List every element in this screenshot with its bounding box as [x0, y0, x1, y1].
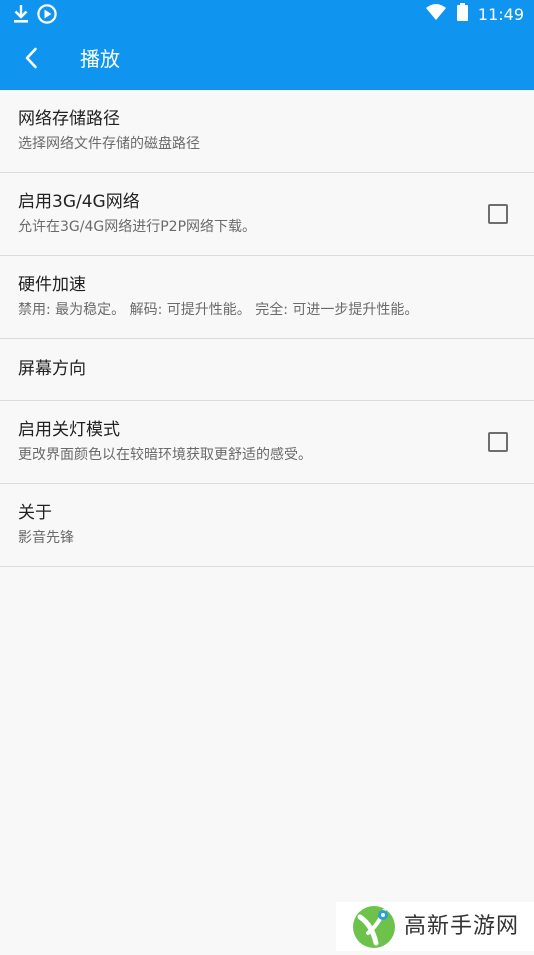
status-time: 11:49 [477, 5, 524, 24]
setting-title: 启用关灯模式 [18, 420, 120, 440]
watermark-text: 高新手游网 [404, 913, 520, 939]
setting-summary: 更改界面颜色以在较暗环境获取更舒适的感受。 [18, 447, 312, 463]
setting-night-mode[interactable]: 启用关灯模式 更改界面颜色以在较暗环境获取更舒适的感受。 [0, 401, 534, 484]
setting-title: 屏幕方向 [18, 359, 86, 379]
setting-summary: 影音先锋 [18, 530, 74, 546]
enable-3g-4g-checkbox[interactable] [488, 204, 508, 224]
toolbar: 播放 [0, 30, 534, 90]
setting-title: 硬件加速 [18, 275, 86, 295]
status-right: 11:49 [425, 3, 524, 27]
settings-list: 网络存储路径 选择网络文件存储的磁盘路径 启用3G/4G网络 允许在3G/4G网… [0, 90, 534, 567]
battery-icon [456, 3, 468, 27]
setting-summary: 选择网络文件存储的磁盘路径 [18, 136, 200, 152]
setting-enable-3g-4g[interactable]: 启用3G/4G网络 允许在3G/4G网络进行P2P网络下载。 [0, 173, 534, 256]
setting-title: 关于 [18, 503, 52, 523]
watermark: 高新手游网 [336, 902, 534, 951]
page-title: 播放 [80, 47, 120, 71]
app-bar: 11:49 播放 [0, 0, 534, 90]
back-arrow-icon [24, 47, 38, 73]
status-left-icons [12, 3, 58, 29]
setting-summary: 禁用: 最为稳定。 解码: 可提升性能。 完全: 可进一步提升性能。 [18, 302, 419, 318]
setting-title: 网络存储路径 [18, 109, 120, 129]
setting-network-storage-path[interactable]: 网络存储路径 选择网络文件存储的磁盘路径 [0, 90, 534, 173]
status-bar: 11:49 [0, 0, 534, 28]
setting-about[interactable]: 关于 影音先锋 [0, 484, 534, 567]
watermark-logo-icon [350, 903, 398, 951]
night-mode-checkbox[interactable] [488, 432, 508, 452]
wifi-icon [425, 3, 447, 27]
download-icon [12, 4, 30, 28]
setting-title: 启用3G/4G网络 [18, 192, 140, 212]
back-button[interactable] [14, 44, 48, 76]
setting-summary: 允许在3G/4G网络进行P2P网络下载。 [18, 219, 257, 235]
play-circle-icon [36, 3, 58, 29]
setting-screen-orientation[interactable]: 屏幕方向 [0, 339, 534, 401]
setting-hardware-acceleration[interactable]: 硬件加速 禁用: 最为稳定。 解码: 可提升性能。 完全: 可进一步提升性能。 [0, 256, 534, 339]
